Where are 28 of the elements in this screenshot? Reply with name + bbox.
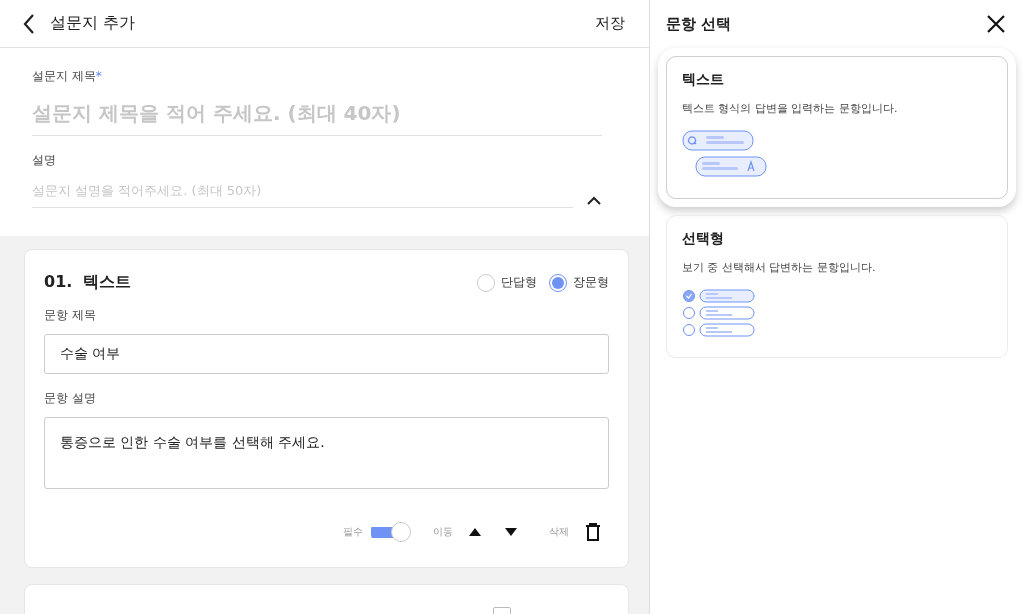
field-label: 문항 설명	[44, 390, 97, 407]
move-label: 이동	[433, 525, 453, 539]
back-icon	[22, 12, 36, 35]
option-description: 텍스트 형식의 답변을 입력하는 문항입니다.	[682, 101, 899, 116]
question-description-field[interactable]: 통증으로 인한 수술 여부를 선택해 주세요.	[44, 417, 609, 489]
option-title: 텍스트	[682, 71, 725, 89]
delete-label: 삭제	[549, 525, 569, 539]
option-title: 선택형	[682, 230, 725, 248]
triangle-up-icon	[469, 528, 481, 536]
close-icon	[987, 15, 1005, 33]
close-button[interactable]	[987, 15, 1005, 33]
panel-title: 문항 선택	[666, 14, 732, 34]
question-title: 01. 텍스트	[44, 272, 132, 293]
trash-icon	[585, 523, 601, 541]
collapse-button[interactable]	[587, 196, 601, 205]
required-toggle[interactable]	[371, 523, 409, 541]
radio-label: 장문형	[573, 274, 609, 291]
required-label: 필수	[343, 525, 363, 539]
save-button[interactable]: 저장	[595, 14, 625, 33]
radio-label: 단답형	[501, 274, 537, 291]
field-label: 설문지 제목*	[32, 68, 103, 85]
page-title: 설문지 추가	[50, 13, 137, 34]
triangle-down-icon	[505, 528, 517, 536]
field-label: 설명	[32, 152, 57, 169]
option-description: 보기 중 선택해서 답변하는 문항입니다.	[682, 260, 877, 275]
field-label: 문항 제목	[44, 307, 97, 324]
question-type-card[interactable]: 선택형 보기 중 선택해서 답변하는 문항입니다.	[666, 215, 1008, 358]
question-title-field[interactable]: 수술 여부	[44, 334, 609, 374]
